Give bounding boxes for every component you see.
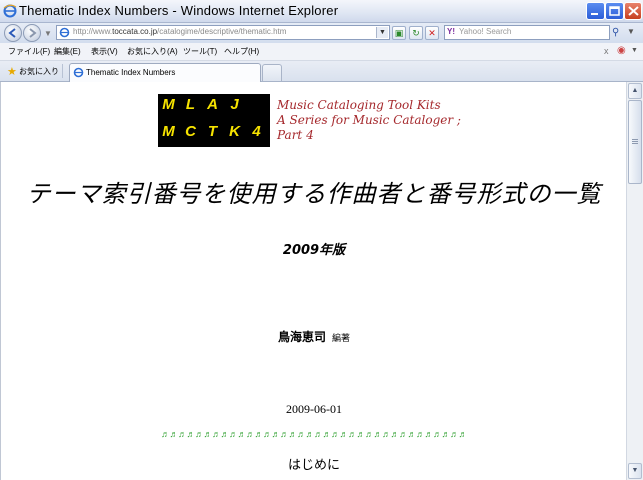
edition: 2009年版	[282, 243, 346, 258]
forward-button[interactable]	[23, 24, 41, 42]
ie-page-icon	[73, 67, 84, 78]
favorites-button[interactable]: お気に入り	[19, 66, 59, 77]
refresh-icon: ↻	[412, 28, 420, 38]
logo-letter: K	[229, 123, 240, 140]
page-check-icon: ▣	[394, 28, 404, 38]
music-notes-divider: ♬♬♬♬♬♬♬♬♬♬♬♬♬♬♬♬♬♬♬♬♬♬♬♬♬♬♬♬♬♬♬♬♬♬♬♬	[161, 429, 468, 439]
author-name: 鳥海恵司	[277, 330, 326, 344]
close-icon	[628, 6, 639, 16]
address-url: http://www.toccata.co.jp/catalogime/desc…	[73, 27, 287, 36]
stop-button[interactable]: ✕	[425, 26, 439, 40]
close-toolbar-icon[interactable]: x	[604, 46, 609, 56]
tab-bar: ★ お気に入り Thematic Index Numbers	[0, 61, 643, 82]
translate-icon[interactable]: ◉	[617, 45, 626, 56]
page-content: M L A J M C T K 4 Music Cataloging Tool …	[0, 82, 626, 480]
logo-letter: M	[162, 123, 175, 140]
scroll-down-button[interactable]: ▼	[628, 463, 642, 479]
yahoo-icon: Y!	[447, 27, 455, 36]
compatibility-button[interactable]: ▣	[392, 26, 406, 40]
logo-letter: A	[207, 96, 218, 113]
chevron-down-icon[interactable]: ▼	[631, 47, 638, 54]
search-placeholder: Yahoo! Search	[459, 27, 512, 36]
refresh-button[interactable]: ↻	[409, 26, 423, 40]
arrow-left-icon	[8, 28, 16, 38]
scroll-up-button[interactable]: ▲	[628, 83, 642, 99]
new-tab-button[interactable]	[262, 64, 282, 81]
logo-letter: T	[207, 123, 218, 140]
logo-letter: J	[230, 96, 239, 113]
author-line: 鳥海恵司 編著	[1, 328, 626, 345]
series-line: Music Cataloging Tool Kits	[277, 98, 441, 112]
stop-icon: ✕	[428, 28, 436, 38]
search-button[interactable]: ⚲	[612, 26, 626, 40]
menu-view[interactable]: 表示(V)	[91, 46, 118, 57]
arrow-right-icon	[29, 28, 37, 38]
logo-letter: M	[162, 96, 175, 113]
search-icon: ⚲	[612, 27, 620, 38]
menu-tools[interactable]: ツール(T)	[183, 46, 217, 57]
mlaj-mctk4-logo: M L A J M C T K 4	[158, 94, 270, 147]
search-options-dropdown-icon[interactable]: ▼	[627, 27, 635, 36]
window-title: Thematic Index Numbers - Windows Interne…	[19, 3, 339, 18]
back-button[interactable]	[4, 24, 22, 42]
close-button[interactable]	[624, 2, 642, 20]
chevron-up-icon: ▲	[631, 87, 639, 94]
star-icon: ★	[7, 66, 17, 78]
tab-label: Thematic Index Numbers	[86, 68, 176, 77]
maximize-icon	[609, 6, 620, 16]
tab-thematic-index[interactable]: Thematic Index Numbers	[69, 63, 261, 82]
ie-icon	[3, 4, 17, 18]
logo-letter: L	[185, 96, 196, 113]
logo-letter: 4	[252, 123, 261, 140]
grip-icon	[632, 139, 638, 140]
page-title: テーマ索引番号を使用する作曲者と番号形式の一覧	[26, 180, 602, 208]
series-title: Music Cataloging Tool Kits A Series for …	[277, 98, 461, 143]
menu-edit[interactable]: 編集(E)	[54, 46, 81, 57]
navigation-bar: ▼ http://www.toccata.co.jp/catalogime/de…	[0, 23, 643, 43]
minimize-icon	[591, 13, 598, 15]
series-line: A Series for Music Cataloger ;	[277, 113, 461, 127]
page-icon	[59, 27, 70, 38]
menu-bar: ファイル(F) 編集(E) 表示(V) お気に入り(A) ツール(T) ヘルプ(…	[0, 43, 643, 61]
address-bar[interactable]: http://www.toccata.co.jp/catalogime/desc…	[56, 25, 390, 40]
publication-date: 2009-06-01	[286, 402, 342, 416]
logo-letter: C	[185, 123, 196, 140]
search-input[interactable]: Y! Yahoo! Search	[444, 25, 610, 40]
minimize-button[interactable]	[586, 2, 605, 20]
chevron-down-icon: ▼	[631, 467, 639, 474]
scroll-thumb[interactable]	[628, 100, 642, 184]
author-role: 編著	[332, 334, 351, 344]
address-dropdown-icon[interactable]: ▼	[376, 27, 388, 38]
vertical-scrollbar[interactable]: ▲ ▼	[626, 82, 643, 480]
title-bar: Thematic Index Numbers - Windows Interne…	[0, 0, 643, 23]
recent-pages-dropdown-icon[interactable]: ▼	[44, 29, 52, 38]
series-line: Part 4	[277, 128, 314, 142]
intro-heading: はじめに	[287, 458, 340, 473]
maximize-button[interactable]	[605, 2, 624, 20]
menu-favorites[interactable]: お気に入り(A)	[127, 46, 178, 57]
divider	[62, 64, 63, 78]
menu-file[interactable]: ファイル(F)	[8, 46, 50, 57]
menu-help[interactable]: ヘルプ(H)	[224, 46, 259, 57]
